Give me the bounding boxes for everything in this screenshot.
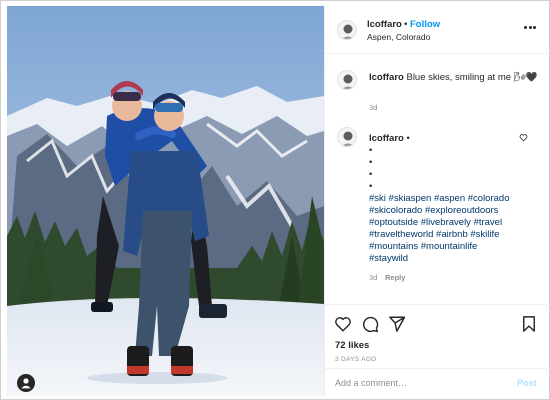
bullet-line: • (369, 145, 373, 156)
comment-input[interactable] (335, 376, 495, 390)
hashtag-line[interactable]: #staywild (369, 253, 408, 265)
instagram-post-window: lcoffaro • Follow Aspen, Colorado lcoffa… (0, 0, 550, 400)
comment-like-heart-icon[interactable] (519, 133, 528, 142)
bullet-line: • (369, 169, 373, 180)
hashtag-line[interactable]: #traveltheworld #airbnb #skilife (369, 229, 499, 241)
hashtag-line[interactable]: #optoutside #livebravely #travel (369, 217, 502, 229)
caption-username[interactable]: lcoffaro (369, 72, 404, 83)
caption-avatar[interactable] (337, 70, 357, 90)
post-comment-button[interactable]: Post (517, 378, 537, 388)
hashtag-comment-time[interactable]: 3d (369, 273, 377, 282)
post-timestamp[interactable]: 3 DAYS AGO (335, 356, 377, 363)
heart-icon[interactable] (334, 315, 352, 333)
bookmark-icon[interactable] (520, 315, 538, 333)
hashtag-comment-username[interactable]: lcoffaro (369, 133, 404, 144)
post-photo-scene (7, 6, 324, 396)
bullet-line: • (369, 181, 373, 192)
header-separator: • (404, 19, 408, 30)
hashtag-line[interactable]: #mountains #mountainlife (369, 241, 477, 253)
caption-text: Blue skies, smiling at me 🌬🖤 (406, 72, 538, 83)
post-header: lcoffaro • Follow Aspen, Colorado (325, 6, 547, 54)
comment-bubble-icon[interactable] (361, 315, 379, 333)
reply-button[interactable]: Reply (385, 273, 405, 282)
paper-plane-icon[interactable] (388, 315, 406, 333)
post-details-pane: lcoffaro • Follow Aspen, Colorado lcoffa… (324, 6, 547, 396)
hashtag-line[interactable]: #ski #skiaspen #aspen #colorado (369, 193, 509, 205)
hashtag-comment-dot: • (406, 133, 410, 144)
caption-time[interactable]: 3d (369, 103, 377, 112)
more-options-icon[interactable] (524, 26, 536, 30)
hashtag-comment-header: lcoffaro • (369, 133, 410, 145)
post-location[interactable]: Aspen, Colorado (367, 32, 430, 42)
post-photo[interactable] (7, 6, 324, 396)
comment-composer: Post (325, 368, 547, 396)
user-tag-icon[interactable] (17, 374, 35, 392)
author-avatar[interactable] (337, 20, 357, 40)
caption-text-block: lcoffaro Blue skies, smiling at me 🌬🖤 (369, 71, 539, 84)
likes-count[interactable]: 72 likes (335, 340, 369, 351)
follow-button[interactable]: Follow (410, 19, 440, 30)
bullet-line: • (369, 157, 373, 168)
author-username[interactable]: lcoffaro (367, 19, 402, 30)
hashtag-comment-avatar[interactable] (337, 127, 357, 147)
hashtag-line[interactable]: #skicolorado #exploreoutdoors (369, 205, 498, 217)
